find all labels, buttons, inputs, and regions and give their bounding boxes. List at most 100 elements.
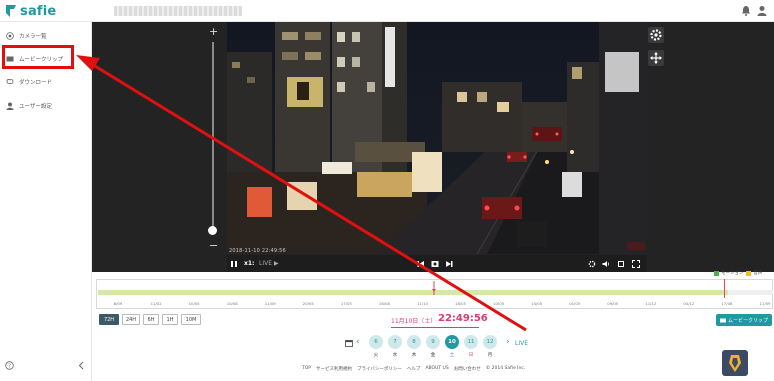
timeline-cursor[interactable] [432,281,436,295]
zoom-fit-button[interactable] [617,255,625,272]
date-button[interactable]: 9 [426,335,440,349]
help-icon[interactable]: ? [5,361,14,370]
move-arrows-icon [650,52,662,64]
timeline-tick-label: 17/08 [721,301,733,306]
live-indicator[interactable]: LIVE ▶ [259,255,279,272]
pause-icon [231,260,237,267]
timeline-legend: モーション 音声 [714,270,762,276]
calendar-icon[interactable] [345,339,353,347]
legend-label-audio: 音声 [753,271,763,276]
movie-clip-button-label: ムービークリップ [727,317,768,324]
timeline-tick-label: 11/12 [645,301,657,306]
snapshot-button[interactable] [431,255,439,272]
timeline-tick-label: 04/12 [683,301,695,306]
gear-icon [650,29,662,41]
recording-bar-empty [728,290,773,295]
timeline-tick-label: 11/10 [416,301,428,306]
create-movie-clip-button[interactable]: ムービークリップ [716,314,772,326]
date-button[interactable]: 10 [445,335,459,349]
sidebar-item-camera-list[interactable]: カメラ一覧 [0,25,92,47]
timeline-tick-label: 10/05 [493,301,505,306]
date-button[interactable]: 8 [407,335,421,349]
film-icon [719,318,726,322]
timeline-now-line [724,279,725,298]
previous-button[interactable] [417,255,425,272]
player-settings-button[interactable] [588,255,596,272]
footer-link[interactable]: お問い合わせ [454,366,481,372]
footer-link[interactable]: ABOUT US [425,366,448,372]
date-button[interactable]: 11 [464,335,478,349]
range-button-1h[interactable]: 1H [162,314,178,325]
footer-link[interactable]: TOP [302,366,311,372]
video-timestamp: 2018-11-10 22:49:56 [229,248,286,254]
audio-swatch [746,270,752,276]
timeline-tick-label: 8/09 [113,301,123,306]
zoom-out-button[interactable]: − [209,239,218,252]
next-days-chevron-icon[interactable]: › [506,337,510,347]
timeline-tick-label: 17/05 [340,301,352,306]
skip-back-icon [417,260,424,267]
sidebar-item-label: ユーザー設定 [19,104,52,110]
footer-link: © 2014 Safie Inc. [485,366,526,371]
download-icon [6,79,14,84]
player-controls: x1: LIVE ▶ [227,255,647,272]
zoom-in-button[interactable]: + [209,25,218,38]
fullscreen-icon [632,259,640,268]
sidebar-item-download[interactable]: ダウンロード [0,71,92,93]
timeline-tick-label: 20/05 [302,301,314,306]
timeline-tick-label: 10/05 [188,301,200,306]
timeline-tick-label: 14/05 [531,301,543,306]
live-link[interactable]: LIVE [515,340,528,347]
weekday-label: 金 [430,353,436,358]
crop-icon [618,260,624,267]
speed-label[interactable]: x1: [244,255,254,272]
pause-button[interactable] [230,255,238,272]
fullscreen-button[interactable] [632,255,640,272]
skip-forward-icon [446,260,453,267]
weekday-label: 火 [373,353,379,358]
sidebar: カメラ一覧 ムービークリップ ダウンロード ユーザー設定 [0,22,92,381]
timeline-tick-label: 18/05 [455,301,466,306]
footer-links: TOP サービス利用規約 プライバシーポリシー ヘルプ ABOUT US お問い合わせ © … [302,366,525,372]
date-button[interactable]: 12 [483,335,497,349]
weekday-label: 土 [449,353,455,358]
camera-icon [6,32,14,40]
timeline-tick-label: 09/05 [607,301,619,306]
range-button-24h[interactable]: 24H [122,314,140,325]
sidebar-item-user-settings[interactable]: ユーザー設定 [0,95,92,117]
volume-button[interactable] [602,255,610,272]
footer-link[interactable]: プライバシーポリシー [357,366,402,372]
footer-link[interactable]: ヘルプ [407,366,421,372]
camera-move-button[interactable] [648,50,664,66]
weekday-label: 水 [392,353,398,358]
range-button-72h[interactable]: 72H [99,314,119,325]
weekday-label: 木 [411,353,417,358]
zoom-slider-track[interactable] [212,42,214,230]
logo-mark-icon [6,5,16,17]
previous-days-chevron-icon[interactable]: ‹ [356,337,360,347]
footer-link[interactable]: サービス利用規約 [316,366,352,372]
camera-feed[interactable] [227,22,647,254]
date-button[interactable]: 6 [369,335,383,349]
timeline-tick-label: 16/08 [378,301,390,306]
weekday-label: 日 [468,353,474,358]
recording-bar[interactable] [98,290,728,295]
chevron-left-icon[interactable] [78,361,84,370]
timeline-tick-label: 10/08 [226,301,238,306]
safie-logo[interactable]: safie [4,3,56,19]
highlight-box [2,45,74,69]
legend-label-motion: モーション [721,271,744,276]
bell-icon[interactable] [741,5,751,16]
timeline-tick-label: 11/02 [150,301,162,306]
next-button[interactable] [445,255,453,272]
range-button-6h[interactable]: 6H [143,314,159,325]
gear-icon [588,260,596,267]
chat-widget[interactable] [722,350,748,376]
weekday-label: 月 [487,353,493,358]
user-menu-icon[interactable] [757,5,767,16]
camera-settings-button[interactable] [648,27,664,43]
date-button[interactable]: 7 [388,335,402,349]
range-button-10m[interactable]: 10M [181,314,201,325]
zoom-slider-handle[interactable] [208,226,217,235]
user-icon [6,102,14,110]
